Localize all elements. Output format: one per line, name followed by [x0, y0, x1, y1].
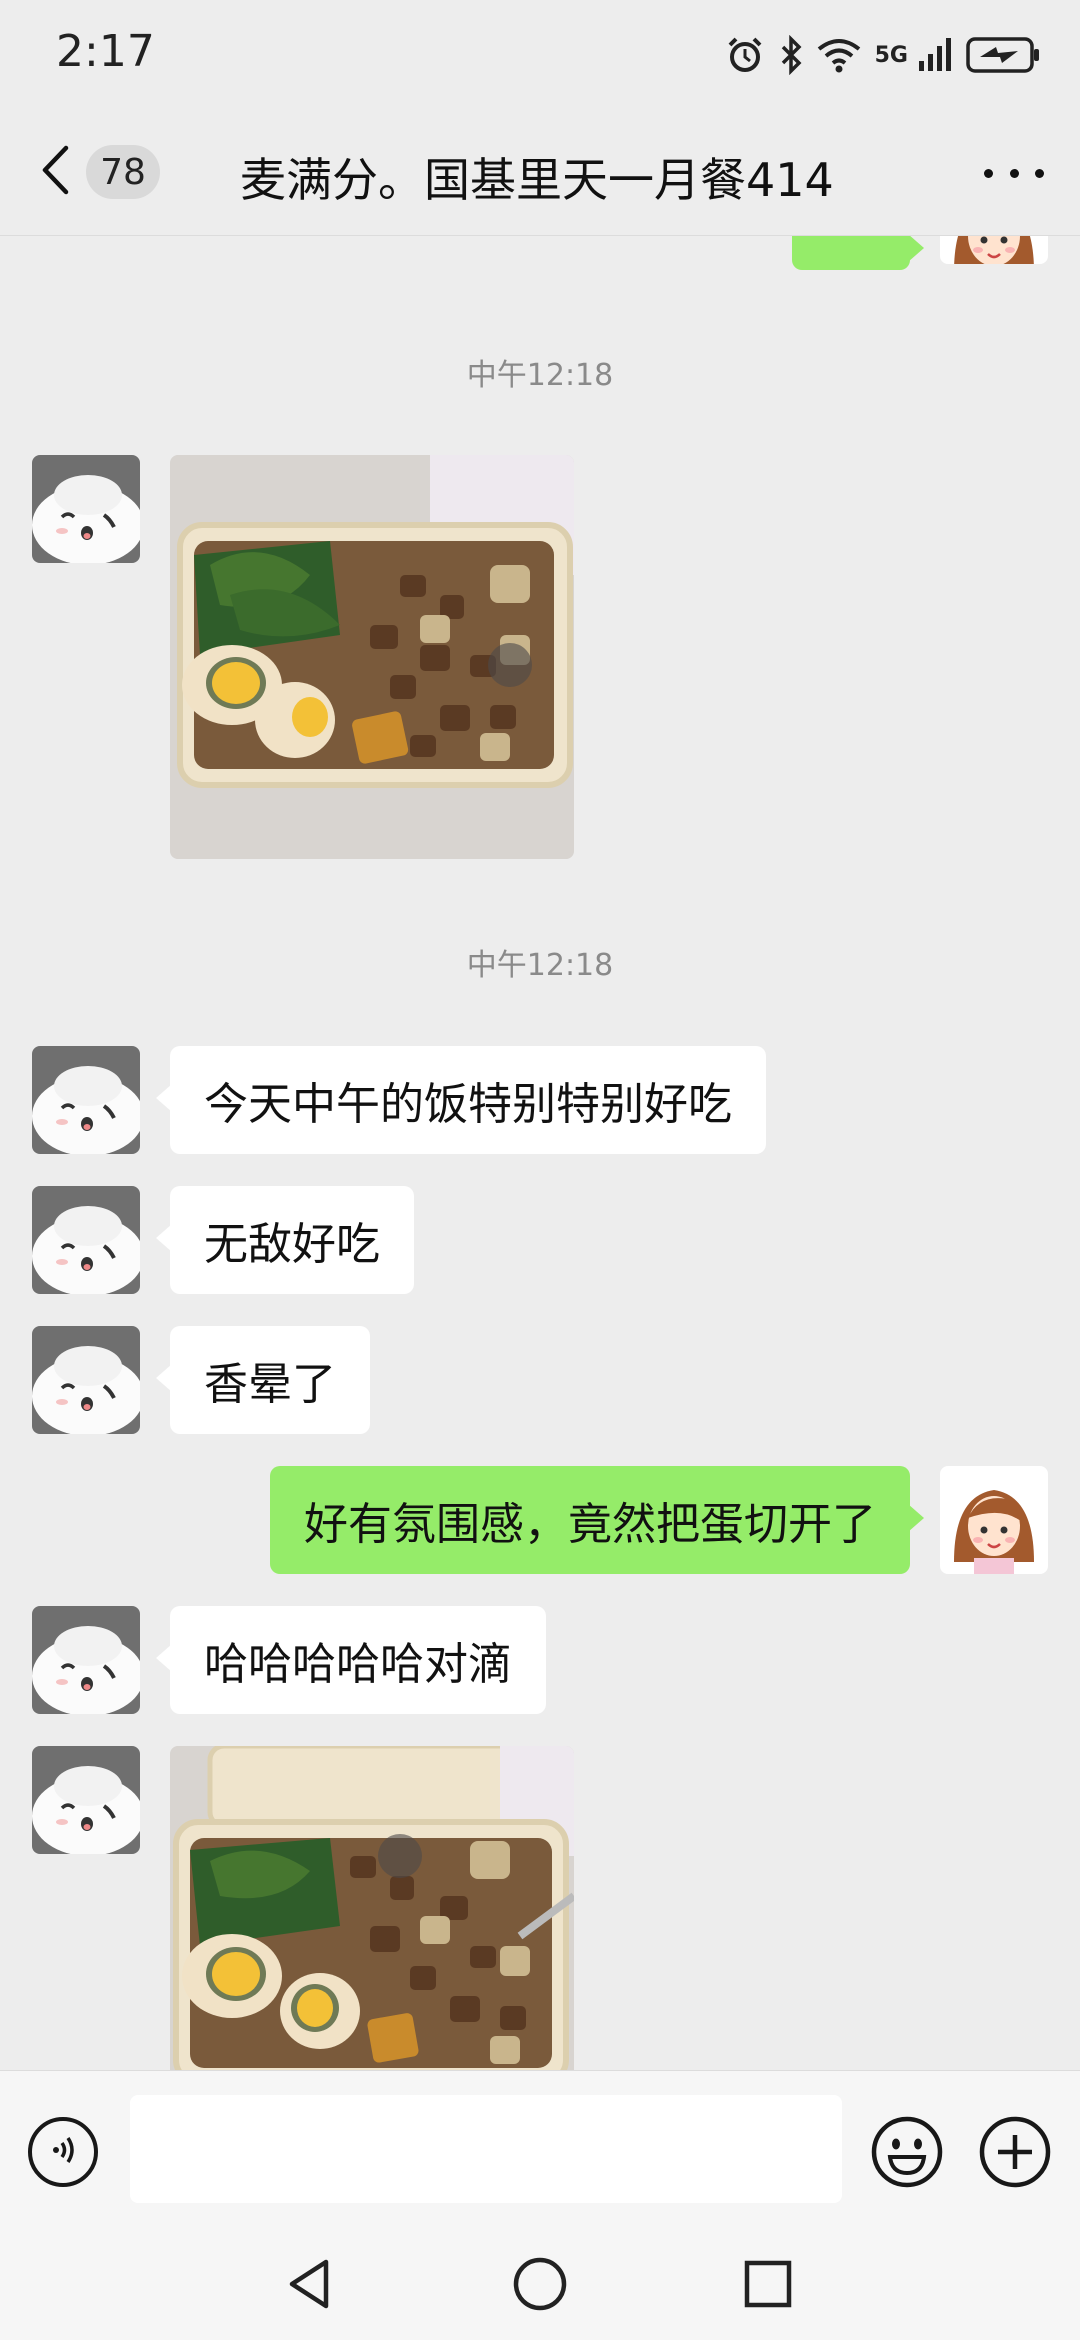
nav-recents-button[interactable]: [738, 2254, 798, 2314]
self-avatar[interactable]: [940, 1466, 1048, 1574]
plus-icon: [978, 2116, 1052, 2193]
food-photo[interactable]: [170, 1746, 574, 2070]
contact-avatar[interactable]: [32, 1186, 140, 1294]
system-nav-bar: [0, 2230, 1080, 2340]
message-list[interactable]: 中午12:18 中午12:18 今天中午的饭特别特别好吃 无敌好吃 香晕了 好有…: [0, 236, 1080, 2070]
emoji-button[interactable]: [870, 2115, 944, 2189]
message-bubble-partial[interactable]: [792, 236, 924, 270]
message-timestamp: 中午12:18: [466, 948, 614, 983]
alarm-icon: [725, 35, 765, 75]
status-bar: 2:17 5G: [0, 0, 1080, 110]
contact-avatar[interactable]: [32, 1046, 140, 1154]
chat-title: 麦满分。国基里天一月餐414: [240, 153, 834, 207]
wifi-icon: [817, 37, 861, 73]
nav-back-button[interactable]: [280, 2254, 340, 2314]
message-bubble-self[interactable]: 好有氛围感，竟然把蛋切开了: [270, 1466, 924, 1574]
contact-avatar[interactable]: [32, 1606, 140, 1714]
unread-count-badge: 78: [86, 145, 160, 199]
message-timestamp: 中午12:18: [466, 358, 614, 393]
self-avatar[interactable]: [940, 236, 1048, 264]
status-time: 2:17: [56, 26, 155, 77]
message-bubble[interactable]: 今天中午的饭特别特别好吃: [156, 1046, 766, 1154]
contact-avatar[interactable]: [32, 1326, 140, 1434]
contact-avatar[interactable]: [32, 455, 140, 563]
signal-icon: [918, 37, 952, 73]
back-triangle-icon: [280, 2259, 340, 2318]
network-label: 5G: [874, 42, 908, 68]
chevron-left-icon: [40, 144, 70, 200]
status-icons: 5G: [725, 30, 1040, 80]
voice-input-button[interactable]: [28, 2117, 98, 2187]
more-functions-button[interactable]: [978, 2115, 1052, 2189]
recents-square-icon: [738, 2260, 798, 2318]
more-options-button[interactable]: [984, 148, 1044, 198]
battery-charging-icon: [966, 37, 1040, 73]
voice-icon: [45, 2132, 81, 2172]
back-button[interactable]: 78: [40, 140, 160, 204]
contact-avatar[interactable]: [32, 1746, 140, 1854]
nav-home-button[interactable]: [510, 2254, 570, 2314]
message-bubble[interactable]: 哈哈哈哈哈对滴: [156, 1606, 546, 1714]
more-dots-icon: [984, 168, 993, 178]
bluetooth-icon: [779, 35, 803, 75]
message-input[interactable]: [130, 2095, 842, 2203]
input-bar: [0, 2070, 1080, 2231]
message-bubble[interactable]: 无敌好吃: [156, 1186, 414, 1294]
chat-header: 78 麦满分。国基里天一月餐414: [0, 110, 1080, 236]
emoji-icon: [870, 2116, 944, 2193]
home-circle-icon: [510, 2257, 570, 2318]
message-bubble[interactable]: 香晕了: [156, 1326, 370, 1434]
food-photo[interactable]: [170, 455, 574, 859]
